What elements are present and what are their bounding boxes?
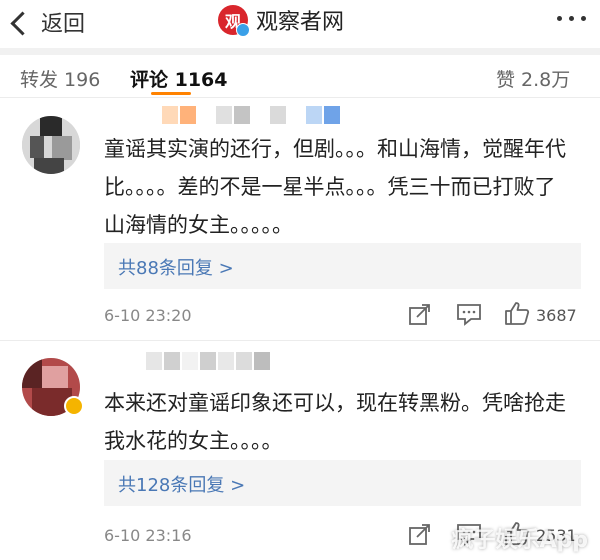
comment-text: 童谣其实演的还行，但剧。。。和山海情，觉醒年代比。。。。差的不是一星半点。。。凭… <box>104 137 566 237</box>
comment-timestamp: 6-10 23:16 <box>104 526 192 545</box>
comment-timestamp: 6-10 23:20 <box>104 306 192 325</box>
reply-thread-link[interactable]: 共128条回复 > <box>104 460 581 506</box>
tab-likes[interactable]: 赞 2.8万 <box>496 65 570 92</box>
watermark: 疯子娱乐App <box>451 528 588 553</box>
back-label: 返回 <box>41 12 86 37</box>
share-icon[interactable] <box>408 302 432 326</box>
section-separator <box>0 48 600 55</box>
reply-count-link: 共128条回复 > <box>118 475 246 496</box>
back-button[interactable]: 返回 <box>10 6 86 38</box>
guancha-logo-icon: 观 <box>218 5 250 37</box>
comment-icon[interactable] <box>456 302 482 326</box>
page-title: 观察者网 <box>256 10 345 35</box>
top-bar: 返回 观 观察者网 <box>0 0 600 44</box>
like-count: 3687 <box>536 306 577 325</box>
vip-badge-icon <box>64 396 84 416</box>
avatar[interactable] <box>22 116 80 174</box>
account-brand[interactable]: 观 观察者网 <box>218 4 345 37</box>
active-tab-underline <box>151 92 191 95</box>
comment-divider <box>0 340 600 341</box>
verified-badge-icon <box>236 23 250 37</box>
share-icon[interactable] <box>408 522 432 546</box>
more-options-icon[interactable] <box>557 16 586 21</box>
reply-thread-link[interactable]: 共88条回复 > <box>104 243 581 289</box>
like-icon[interactable] <box>504 300 530 326</box>
tab-repost[interactable]: 转发 196 <box>20 65 100 92</box>
username-blurred[interactable] <box>106 106 342 130</box>
reply-count-link: 共88条回复 > <box>118 258 234 279</box>
comment-item: 童谣其实演的还行，但剧。。。和山海情，觉醒年代比。。。。差的不是一星半点。。。凭… <box>0 98 600 338</box>
chevron-left-icon <box>10 10 35 36</box>
comment-text: 本来还对童谣印象还可以，现在转黑粉。凭啥抢走我水花的女主。。。。 <box>104 391 566 453</box>
tab-bar: 转发 196 评论 1164 赞 2.8万 <box>0 55 600 98</box>
tab-comments[interactable]: 评论 1164 <box>130 65 228 92</box>
username-blurred[interactable] <box>106 352 272 376</box>
